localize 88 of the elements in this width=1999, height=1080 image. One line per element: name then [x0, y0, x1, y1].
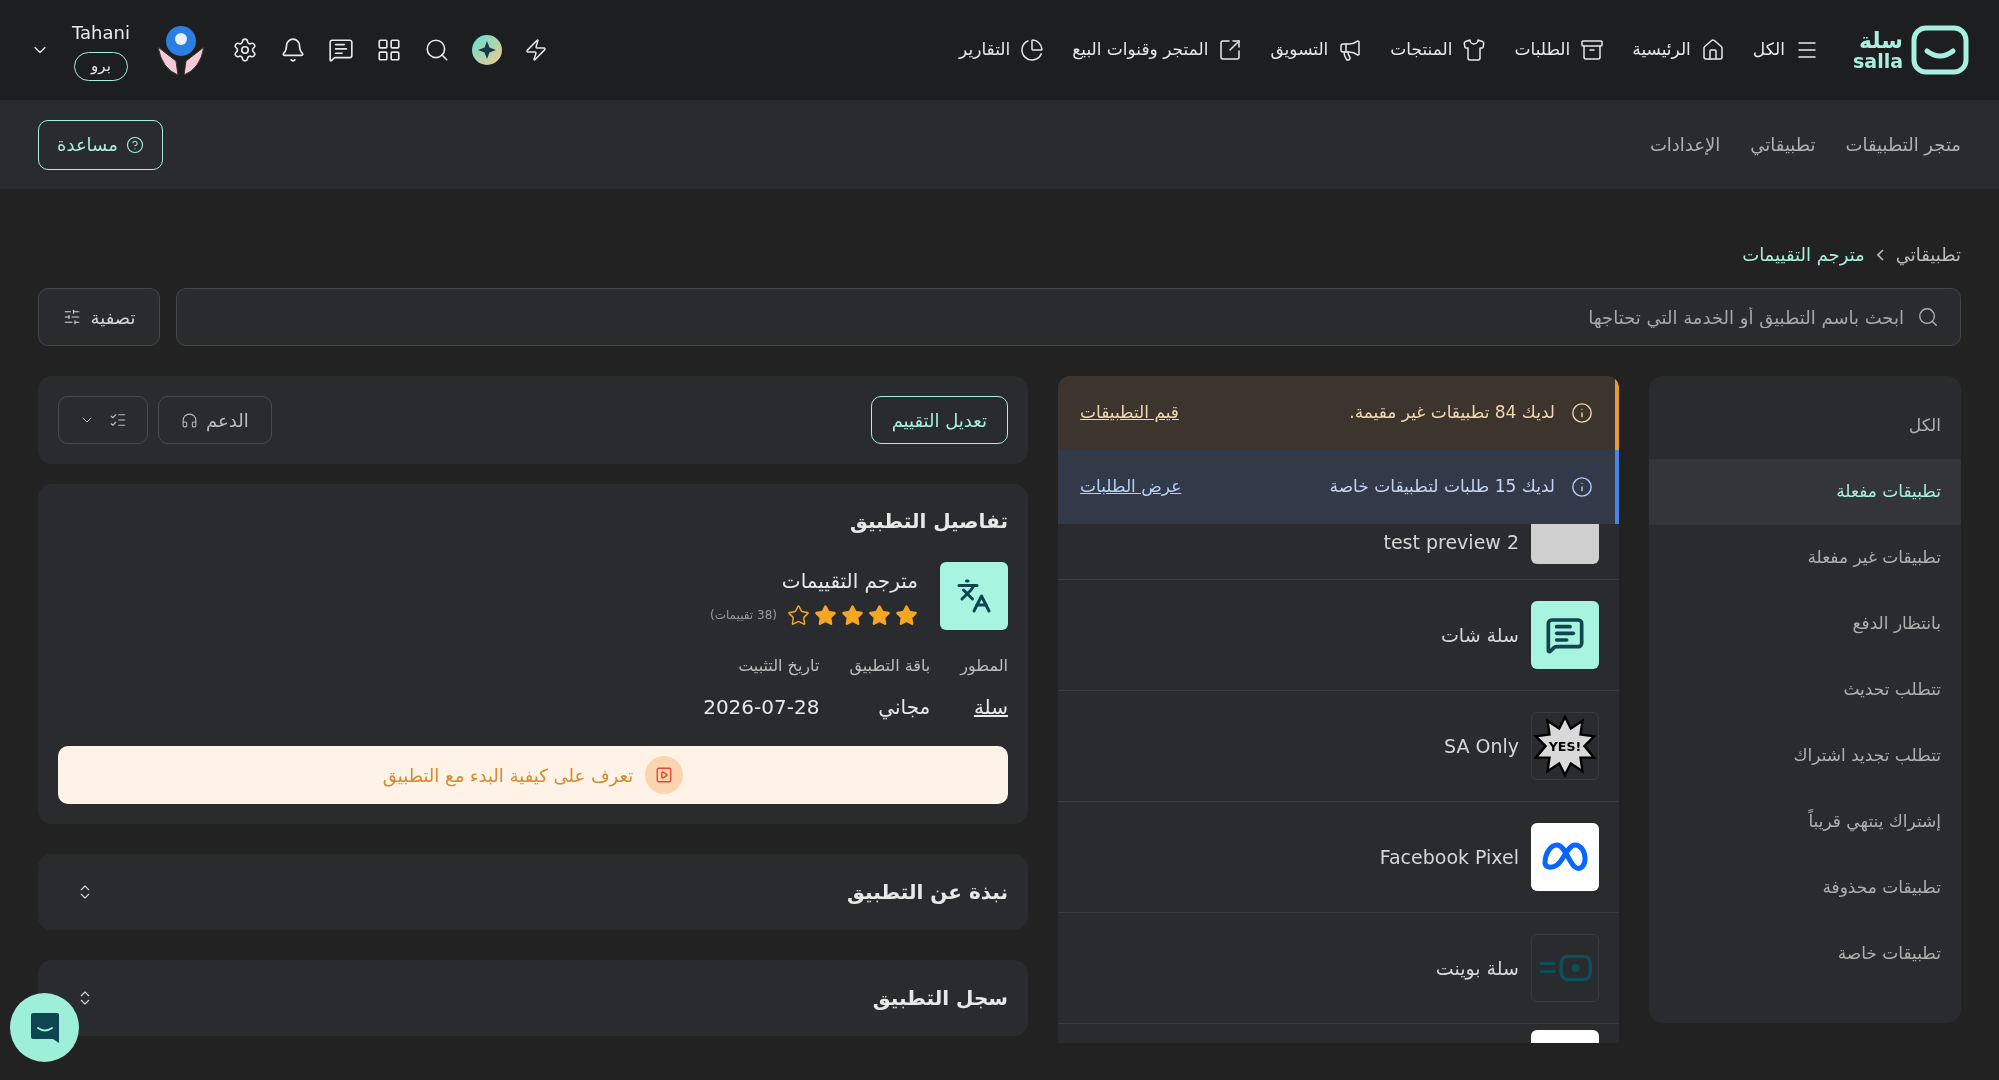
app-name: سلة بوينت — [1435, 955, 1519, 982]
field-value: 2026-07-28 — [703, 694, 820, 721]
section-title: نبذة عن التطبيق — [847, 879, 1008, 906]
sidebar-item[interactable]: تطبيقات خاصة — [1649, 921, 1961, 987]
smile-bag-icon — [1911, 25, 1969, 75]
sidebar-item[interactable]: إشتراك ينتهي قريباً — [1649, 789, 1961, 855]
star-icon — [868, 603, 891, 627]
chevron-left-icon — [1876, 248, 1884, 261]
star-icon — [841, 603, 864, 627]
rating-count: (38 تقييمات) — [710, 607, 777, 624]
headphones-icon — [181, 411, 198, 429]
section-title: سجل التطبيق — [872, 985, 1008, 1012]
nav-item[interactable]: المنتجات — [1390, 37, 1487, 63]
search-icon — [1917, 306, 1939, 328]
star-icon — [787, 603, 810, 627]
collapsible-section[interactable]: نبذة عن التطبيق — [38, 854, 1028, 930]
app-name: Facebook Pixel — [1379, 844, 1519, 870]
sidebar-item[interactable]: الكل — [1649, 393, 1961, 459]
sliders-icon — [62, 308, 81, 326]
chat-smile-icon — [28, 1010, 61, 1045]
help-icon — [125, 135, 144, 154]
logo-arabic-text: سلة — [1858, 29, 1903, 52]
notice-text: لديك 84 تطبيقات غير مقيمة. — [1349, 401, 1555, 425]
sidebar-item[interactable]: تطبيقات مفعلة — [1649, 459, 1961, 525]
sidebar-item[interactable]: تتطلب تحديث — [1649, 657, 1961, 723]
point-logo-icon — [1531, 934, 1599, 1002]
notice-link[interactable]: قيم التطبيقات — [1080, 400, 1179, 426]
app-row[interactable]: سلة بوينت — [1058, 913, 1619, 1024]
sub-nav-link[interactable]: تطبيقاتي — [1750, 131, 1816, 158]
app-row[interactable]: SA Only YES! — [1058, 691, 1619, 802]
info-icon — [1571, 476, 1593, 498]
chat-bubble-icon — [1531, 601, 1599, 669]
star-icon — [814, 603, 837, 627]
breadcrumb-link[interactable]: تطبيقاتي — [1895, 241, 1961, 268]
field-label: باقة التطبيق — [849, 655, 931, 678]
app-name: سلة شات — [1440, 622, 1519, 648]
shirt-icon — [1462, 38, 1487, 62]
help-button[interactable]: مساعدة — [38, 119, 163, 170]
sparkle-icon[interactable] — [471, 35, 502, 65]
sidebar-item[interactable]: تطبيقات غير مفعلة — [1649, 525, 1961, 591]
lightning-icon[interactable] — [523, 38, 548, 62]
nav-item[interactable]: التقارير — [959, 37, 1045, 63]
edit-rating-button[interactable]: تعديل التقييم — [870, 396, 1008, 444]
field-label: المطور — [960, 655, 1008, 678]
app-title: مترجم التقييمات — [780, 567, 918, 595]
infinity-logo-icon — [1531, 823, 1599, 891]
sidebar-item[interactable]: بانتظار الدفع — [1649, 591, 1961, 657]
sidebar-item[interactable]: تتطلب تجديد اشتراك — [1649, 723, 1961, 789]
app-row[interactable]: Facebook Pixel — [1058, 802, 1619, 913]
star-icon — [895, 603, 918, 627]
field-value: مجاني — [877, 694, 931, 722]
app-name: SA Only — [1444, 733, 1519, 759]
logo-latin-text: salla — [1853, 51, 1903, 71]
notice-link[interactable]: عرض الطلبات — [1080, 474, 1182, 500]
nav-item[interactable]: التسويق — [1270, 37, 1363, 63]
grid-icon[interactable] — [375, 37, 402, 63]
icon-label: YES! — [1548, 738, 1582, 754]
megaphone-icon — [1338, 38, 1363, 62]
support-button[interactable]: الدعم — [158, 396, 272, 444]
sub-nav-link[interactable]: الإعدادات — [1649, 131, 1721, 158]
translate-app-icon — [940, 562, 1008, 630]
nav-item[interactable]: الرئيسية — [1632, 37, 1725, 63]
pie-chart-icon — [1020, 38, 1045, 62]
app-row[interactable]: سلة شات — [1058, 580, 1619, 691]
info-icon — [1571, 402, 1593, 424]
field-label: تاريخ التثبيت — [737, 655, 820, 678]
square-arrow-icon — [1218, 38, 1243, 62]
app-name: test preview 2 — [1383, 530, 1519, 555]
breadcrumb-current: مترجم التقييمات — [1742, 243, 1865, 268]
settings-icon[interactable] — [231, 37, 258, 63]
video-icon — [645, 756, 684, 794]
sub-nav-link[interactable]: متجر التطبيقات — [1845, 131, 1961, 158]
nav-item[interactable]: المتجر وقنوات البيع — [1072, 37, 1243, 63]
field-value[interactable]: سلة — [960, 692, 1008, 722]
home-icon — [1700, 38, 1725, 62]
filter-button[interactable]: تصفية — [38, 288, 160, 346]
placeholder-image-icon — [1531, 524, 1599, 564]
card-title: تفاصيل التطبيق — [848, 508, 1008, 535]
sidebar-item[interactable]: تطبيقات محذوفة — [1649, 855, 1961, 921]
collapsible-section[interactable]: سجل التطبيق — [38, 960, 1028, 1036]
box-icon — [1580, 38, 1605, 62]
user-name: Tahani — [72, 21, 130, 46]
notice-text: لديك 15 طلبات لتطبيقات خاصة — [1329, 475, 1555, 499]
nav-item[interactable]: الكل — [1752, 37, 1819, 63]
list-icon — [109, 411, 127, 429]
app-row[interactable]: test preview 2 — [1058, 524, 1619, 580]
nav-item[interactable]: الطلبات — [1514, 37, 1605, 63]
chat-icon[interactable] — [327, 37, 354, 63]
